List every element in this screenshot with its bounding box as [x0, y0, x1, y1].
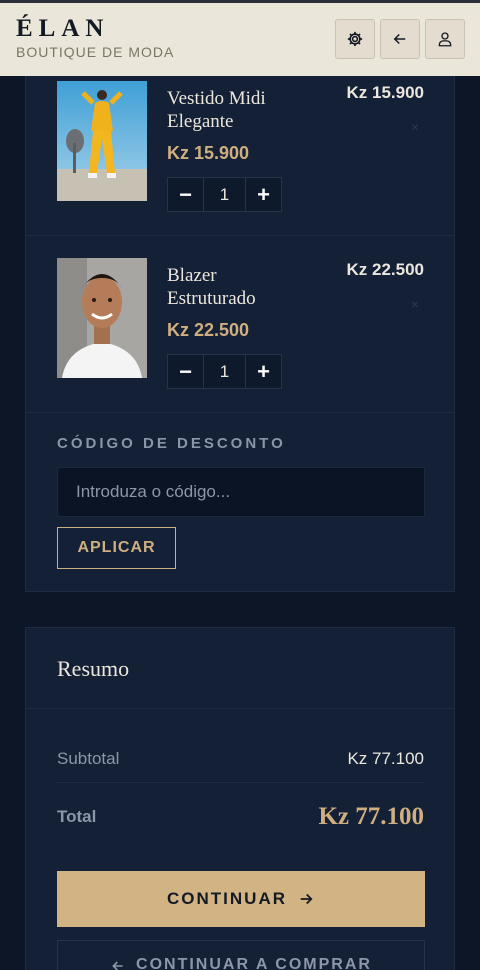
- total-value: Kz 77.100: [318, 803, 424, 830]
- item-name[interactable]: Vestido Midi Elegante: [167, 87, 307, 133]
- back-button[interactable]: [380, 19, 420, 59]
- item-divider: [26, 235, 454, 236]
- settings-button[interactable]: [335, 19, 375, 59]
- arrow-left-icon: [112, 961, 123, 970]
- item-price: Kz 15.900: [167, 143, 250, 163]
- item-price: Kz 22.500: [167, 320, 250, 340]
- continue-shopping-button[interactable]: CONTINUAR A COMPRAR: [57, 940, 425, 970]
- user-icon: [438, 32, 452, 47]
- arrow-right-icon: [300, 893, 313, 905]
- summary-row-divider: [57, 782, 425, 783]
- summary-title: Resumo: [57, 656, 130, 681]
- settings-icon: [347, 31, 363, 47]
- decrease-quantity-button[interactable]: −: [168, 355, 203, 388]
- blazer-photo: [57, 258, 147, 378]
- discount-code-input[interactable]: [57, 467, 425, 517]
- brand-logo[interactable]: ÉLAN: [16, 15, 109, 43]
- continue-button[interactable]: CONTINUAR: [57, 871, 425, 927]
- total-label: Total: [57, 807, 97, 826]
- order-summary-card: Resumo Subtotal Kz 77.100 Total Kz 77.10…: [25, 627, 455, 970]
- item-divider: [26, 412, 454, 413]
- item-name[interactable]: Blazer Estruturado: [167, 264, 307, 310]
- cart-card: Vestido Midi Elegante Kz 15.900 Kz 15.90…: [25, 60, 455, 592]
- decrease-quantity-button[interactable]: −: [168, 178, 203, 211]
- product-image-blazer[interactable]: [57, 258, 147, 378]
- discount-code-label: CÓDIGO DE DESCONTO: [57, 435, 286, 452]
- increase-quantity-button[interactable]: +: [246, 355, 281, 388]
- quantity-stepper: − 1 +: [167, 354, 282, 389]
- back-arrow-icon: [393, 33, 406, 45]
- apply-discount-button[interactable]: APLICAR: [57, 527, 176, 569]
- brand-subtitle: BOUTIQUE DE MODA: [16, 44, 175, 60]
- app-header: ÉLAN BOUTIQUE DE MODA: [0, 0, 480, 76]
- account-button[interactable]: [425, 19, 465, 59]
- dress-photo: [57, 81, 147, 201]
- item-line-total: Kz 15.900: [346, 83, 425, 102]
- remove-item-button[interactable]: ×: [411, 119, 419, 135]
- summary-divider: [26, 708, 454, 709]
- continue-shopping-label: CONTINUAR A COMPRAR: [136, 956, 372, 970]
- quantity-stepper: − 1 +: [167, 177, 282, 212]
- item-line-total: Kz 22.500: [346, 260, 425, 279]
- remove-item-button[interactable]: ×: [411, 296, 419, 312]
- subtotal-value: Kz 77.100: [347, 749, 424, 768]
- product-image-dress[interactable]: [57, 81, 147, 201]
- increase-quantity-button[interactable]: +: [246, 178, 281, 211]
- continue-label: CONTINUAR: [167, 889, 287, 908]
- subtotal-label: Subtotal: [57, 749, 120, 768]
- quantity-value[interactable]: 1: [203, 178, 246, 211]
- quantity-value[interactable]: 1: [203, 355, 246, 388]
